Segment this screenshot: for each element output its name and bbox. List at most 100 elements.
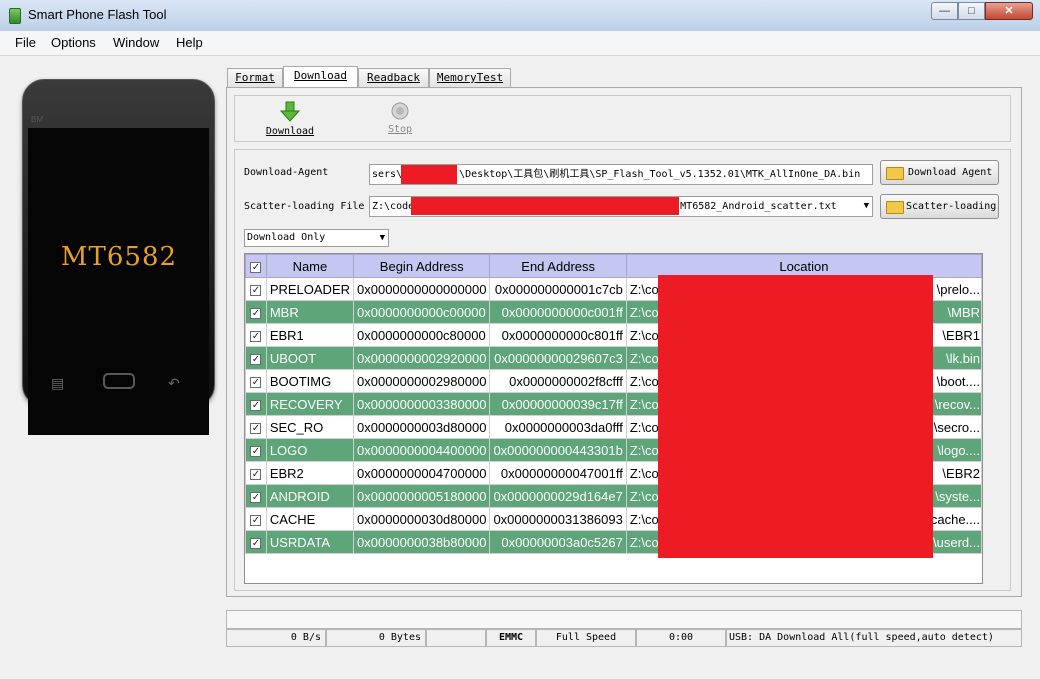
stop-button[interactable]: Stop — [378, 101, 422, 135]
tab-format[interactable]: Format — [227, 68, 283, 87]
close-button[interactable]: ✕ — [985, 2, 1033, 20]
scatter-path-select[interactable]: Z:\code MT6582_Android_scatter.txt ▼ — [369, 196, 873, 217]
tab-download[interactable]: Download — [283, 66, 358, 88]
partition-name: UBOOT — [265, 346, 355, 370]
status-storage: EMMC — [486, 629, 536, 647]
location-end: \userd... — [933, 535, 980, 550]
status-time: 0:00 — [636, 629, 726, 647]
phone-brand: BM — [31, 115, 43, 124]
partition-name: EBR2 — [265, 461, 355, 485]
col-header-end[interactable]: End Address — [489, 254, 627, 278]
scatter-loading-button[interactable]: Scatter-loading — [880, 194, 999, 219]
end-address: 0x000000000001c7cb — [489, 277, 627, 301]
row-checkbox[interactable]: ✓ — [245, 461, 267, 485]
download-arrow-icon — [279, 101, 301, 122]
begin-address: 0x0000000003380000 — [353, 392, 491, 416]
menu-key-icon: ▤ — [51, 375, 65, 391]
download-agent-label: Download-Agent — [244, 167, 329, 178]
col-header-name[interactable]: Name — [265, 254, 355, 278]
download-agent-button[interactable]: Download Agent — [880, 160, 999, 185]
progress-bar — [226, 610, 1022, 629]
location-end: \secro... — [933, 420, 980, 435]
location-end: \prelo... — [936, 282, 980, 297]
partition-name: SEC_RO — [265, 415, 355, 439]
end-address: 0x0000000029d164e7 — [489, 484, 627, 508]
select-all-checkbox[interactable]: ✓ — [245, 254, 267, 278]
chevron-down-icon: ▼ — [379, 233, 385, 243]
partition-name: BOOTIMG — [265, 369, 355, 393]
partition-name: USRDATA — [265, 530, 355, 554]
folder-icon — [886, 201, 904, 214]
maximize-button[interactable]: □ — [958, 2, 985, 20]
download-label: Download — [265, 126, 315, 137]
folder-icon — [886, 167, 904, 180]
begin-address: 0x0000000002980000 — [353, 369, 491, 393]
end-address: 0x0000000031386093 — [489, 507, 627, 531]
menu-help[interactable]: Help — [176, 35, 203, 50]
row-checkbox[interactable]: ✓ — [245, 438, 267, 462]
location-end: \EBR2 — [942, 466, 980, 481]
end-address: 0x0000000000c001ff — [489, 300, 627, 324]
row-checkbox[interactable]: ✓ — [245, 277, 267, 301]
location-end: \lk.bin — [946, 351, 980, 366]
mode-select[interactable]: Download Only ▼ — [244, 229, 389, 247]
download-button[interactable]: Download — [262, 101, 318, 137]
status-blank — [426, 629, 486, 647]
menu-file[interactable]: File — [15, 35, 36, 50]
stop-icon — [391, 102, 409, 120]
row-checkbox[interactable]: ✓ — [245, 323, 267, 347]
begin-address: 0x0000000030d80000 — [353, 507, 491, 531]
partition-name: ANDROID — [265, 484, 355, 508]
location-end: \cache.... — [927, 512, 980, 527]
row-checkbox[interactable]: ✓ — [245, 507, 267, 531]
partition-name: PRELOADER — [265, 277, 355, 301]
end-address: 0x00000000047001ff — [489, 461, 627, 485]
row-checkbox[interactable]: ✓ — [245, 415, 267, 439]
chip-label: MT6582 — [60, 242, 178, 272]
location-end: \boot.... — [936, 374, 980, 389]
location-end: \EBR1 — [942, 328, 980, 343]
scatter-label: Scatter-loading File — [244, 201, 365, 212]
redaction-box — [401, 165, 457, 184]
menu-window[interactable]: Window — [113, 35, 159, 50]
status-usb: USB: DA Download All(full speed,auto det… — [726, 629, 1022, 647]
status-bytes: 0 Bytes — [326, 629, 426, 647]
row-checkbox[interactable]: ✓ — [245, 369, 267, 393]
location-end: \recov... — [934, 397, 980, 412]
partition-name: MBR — [265, 300, 355, 324]
begin-address: 0x0000000003d80000 — [353, 415, 491, 439]
back-key-icon: ↶ — [168, 375, 180, 391]
download-agent-path-field[interactable]: sers\ \Desktop\工具包\刷机工具\SP_Flash_Tool_v5.… — [369, 164, 873, 185]
partition-name: LOGO — [265, 438, 355, 462]
minimize-button[interactable]: — — [931, 2, 958, 20]
row-checkbox[interactable]: ✓ — [245, 300, 267, 324]
end-address: 0x00000003a0c5267 — [489, 530, 627, 554]
end-address: 0x0000000002f8cfff — [489, 369, 627, 393]
menu-options[interactable]: Options — [51, 35, 96, 50]
row-checkbox[interactable]: ✓ — [245, 530, 267, 554]
home-key-icon — [103, 373, 135, 389]
end-address: 0x00000000039c17ff — [489, 392, 627, 416]
end-address: 0x0000000003da0fff — [489, 415, 627, 439]
partition-name: CACHE — [265, 507, 355, 531]
location-end: \MBR — [947, 305, 981, 320]
redaction-box — [411, 197, 679, 215]
col-header-begin[interactable]: Begin Address — [353, 254, 491, 278]
status-speed-mode: Full Speed — [536, 629, 636, 647]
stop-label: Stop — [387, 124, 413, 135]
tab-memorytest[interactable]: MemoryTest — [429, 68, 511, 87]
begin-address: 0x0000000038b80000 — [353, 530, 491, 554]
phone-image: BM MT6582 ▤ ↶ — [22, 79, 215, 435]
partition-name: EBR1 — [265, 323, 355, 347]
row-checkbox[interactable]: ✓ — [245, 484, 267, 508]
begin-address: 0x0000000000000000 — [353, 277, 491, 301]
tab-readback[interactable]: Readback — [358, 68, 429, 87]
toolbar — [234, 95, 1011, 142]
begin-address: 0x0000000000c00000 — [353, 300, 491, 324]
row-checkbox[interactable]: ✓ — [245, 346, 267, 370]
redaction-box — [658, 275, 933, 558]
status-bar: 0 B/s 0 Bytes EMMC Full Speed 0:00 USB: … — [226, 629, 1022, 647]
row-checkbox[interactable]: ✓ — [245, 392, 267, 416]
partition-name: RECOVERY — [265, 392, 355, 416]
begin-address: 0x0000000000c80000 — [353, 323, 491, 347]
